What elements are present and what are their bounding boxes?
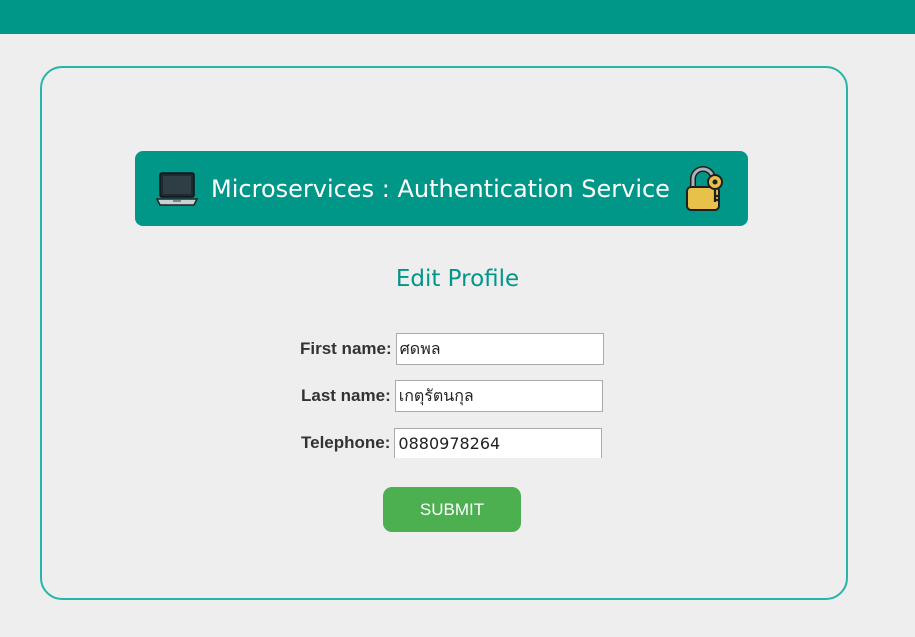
telephone-input[interactable] [394, 428, 603, 458]
service-banner: Microservices : Authentication Service [135, 151, 748, 226]
top-app-bar [0, 0, 915, 34]
form-title: Edit Profile [395, 266, 520, 292]
telephone-row: Telephone: [301, 428, 603, 458]
submit-button[interactable]: SUBMIT [383, 487, 521, 532]
first-name-label: First name: [300, 339, 392, 358]
last-name-label: Last name: [301, 386, 391, 405]
last-name-row: Last name: [301, 380, 603, 412]
laptop-icon [155, 171, 199, 207]
first-name-row: First name: [300, 333, 604, 365]
telephone-label: Telephone: [301, 433, 391, 452]
lock-with-key-icon [682, 165, 728, 212]
last-name-input[interactable] [394, 380, 603, 412]
banner-title: Microservices : Authentication Service [211, 174, 670, 203]
first-name-input[interactable] [395, 333, 604, 365]
